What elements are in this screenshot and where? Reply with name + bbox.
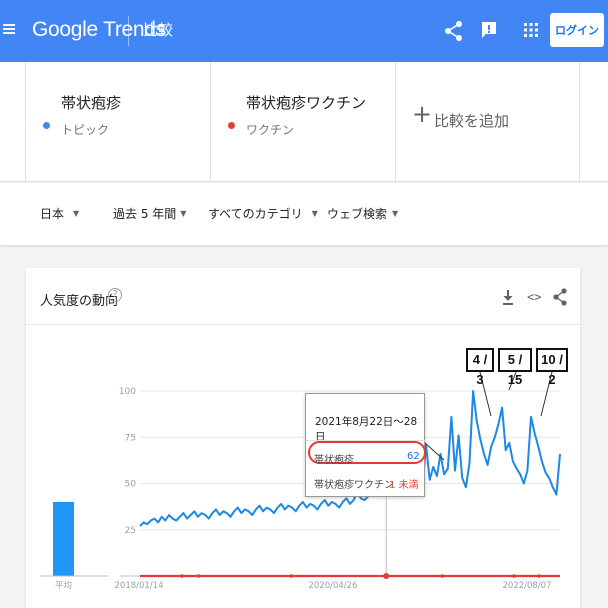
series-marker bbox=[512, 574, 516, 578]
callout-box: 4 / 3 bbox=[466, 348, 494, 387]
average-label: 平均 bbox=[55, 580, 72, 591]
tooltip-term-value: 1 未満 bbox=[389, 480, 419, 491]
series-marker bbox=[537, 574, 541, 578]
y-tick-label: 75 bbox=[125, 433, 136, 443]
series-marker bbox=[289, 574, 294, 578]
hover-marker bbox=[383, 573, 390, 579]
y-tick-label: 25 bbox=[125, 526, 136, 536]
tooltip-term-value: 62 bbox=[407, 451, 420, 462]
y-tick-label: 50 bbox=[125, 480, 137, 490]
series-marker bbox=[197, 574, 201, 578]
y-tick-label: 100 bbox=[119, 387, 136, 397]
chart-tooltip: 2021年8月22日〜28日 帯状疱疹 62 帯状疱疹ワクチン 1 未満 bbox=[305, 393, 426, 497]
series-marker bbox=[180, 574, 184, 578]
x-tick-label: 2018/01/14 bbox=[115, 581, 164, 591]
tooltip-term-name: 帯状疱疹 bbox=[314, 455, 354, 466]
average-bar bbox=[53, 502, 74, 576]
callout-box: 10 / 2 bbox=[536, 348, 568, 387]
tooltip-term-name: 帯状疱疹ワクチン bbox=[314, 480, 394, 491]
x-tick-label: 2020/04/26 bbox=[309, 581, 358, 591]
x-tick-label: 2022/08/07 bbox=[503, 581, 552, 591]
callout-box: 5 / 15 bbox=[498, 348, 532, 387]
series-marker bbox=[440, 574, 445, 578]
trend-chart[interactable]: 100 75 50 25 2018/01/14 2020/04/26 2022/08/07 平… bbox=[0, 0, 608, 608]
